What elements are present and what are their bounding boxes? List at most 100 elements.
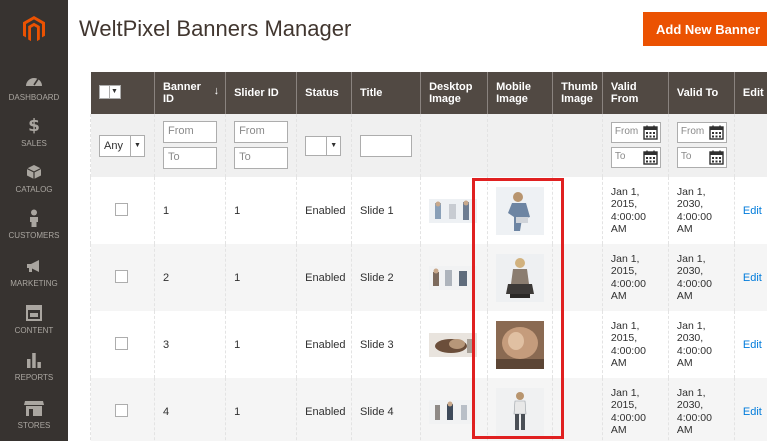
column-mobile-image-label: Mobile Image — [496, 81, 531, 105]
nav-stores[interactable]: STORES — [0, 398, 68, 441]
banners-grid: ▼ Banner ID ↓ Slider ID Status Title Des… — [90, 72, 767, 441]
mobile-image-thumbnail[interactable] — [496, 320, 545, 369]
nav-sales[interactable]: $ SALES — [0, 116, 68, 162]
cell-banner-id: 4 — [153, 378, 226, 441]
dollar-icon: $ — [28, 116, 40, 136]
cell-status: Enabled — [296, 177, 352, 244]
mass-select-dropdown[interactable]: ▼ — [98, 85, 121, 99]
mobile-image-thumbnail[interactable] — [496, 186, 545, 235]
edit-link[interactable]: Edit — [743, 406, 762, 418]
desktop-image-thumbnail[interactable] — [429, 198, 478, 223]
cell-slider-id: 1 — [225, 244, 297, 311]
edit-link[interactable]: Edit — [743, 339, 762, 351]
valid-from-to-input[interactable]: To — [610, 146, 661, 168]
table-row[interactable]: 1 1 Enabled Slide 1 Jan 1, 2015, 4:00:00… — [90, 177, 767, 244]
edit-link[interactable]: Edit — [743, 272, 762, 284]
column-desktop-image-label: Desktop Image — [429, 81, 473, 105]
mass-filter-select[interactable]: Any ▼ — [99, 134, 145, 157]
cell-banner-id: 3 — [153, 311, 226, 378]
cell-slider-id: 1 — [225, 177, 297, 244]
cell-title: Slide 3 — [351, 311, 421, 378]
cell-status: Enabled — [296, 378, 352, 441]
page-title: WeltPixel Banners Manager — [79, 16, 352, 41]
nav-reports[interactable]: REPORTS — [0, 350, 68, 396]
cell-valid-to: Jan 1, 2030, 4:00:00 AM — [667, 311, 735, 378]
calendar-icon — [709, 150, 724, 165]
desktop-image-thumbnail[interactable] — [429, 332, 478, 357]
cell-valid-to: Jan 1, 2030, 4:00:00 AM — [667, 244, 735, 311]
cell-banner-id: 2 — [153, 244, 226, 311]
column-banner-id-label: Banner ID — [162, 81, 201, 105]
column-action: Edit — [733, 72, 767, 114]
table-row[interactable]: 4 1 Enabled Slide 4 Jan 1, 2015, 4:00:00… — [90, 378, 767, 441]
add-new-banner-button[interactable]: Add New Banner — [643, 12, 767, 46]
valid-to-from-placeholder: From — [680, 125, 705, 137]
mobile-image-thumbnail[interactable] — [496, 387, 545, 436]
slider-id-to-input[interactable]: To — [234, 146, 289, 169]
valid-from-to-placeholder: To — [614, 150, 626, 162]
banner-id-to-input[interactable]: To — [162, 146, 217, 169]
cell-valid-from: Jan 1, 2015, 4:00:00 AM — [601, 311, 669, 378]
column-status[interactable]: Status — [296, 72, 352, 114]
valid-to-from-input[interactable]: From — [676, 121, 727, 143]
column-valid-from-label: Valid From — [610, 81, 639, 105]
megaphone-icon — [25, 256, 43, 276]
mass-filter-value: Any — [104, 139, 123, 152]
person-icon — [28, 208, 40, 228]
mass-select-checkbox[interactable] — [100, 86, 110, 98]
row-checkbox[interactable] — [115, 403, 128, 417]
nav-dashboard-label: DASHBOARD — [8, 93, 60, 102]
nav-catalog[interactable]: CATALOG — [0, 162, 68, 208]
banner-id-from-input[interactable]: From — [162, 120, 217, 143]
desktop-image-thumbnail[interactable] — [429, 265, 478, 290]
chevron-down-icon: ▼ — [130, 135, 144, 156]
valid-from-from-input[interactable]: From — [610, 121, 661, 143]
layout-icon — [26, 303, 42, 323]
row-checkbox[interactable] — [115, 269, 128, 283]
edit-link[interactable]: Edit — [743, 205, 762, 217]
nav-dashboard[interactable]: DASHBOARD — [0, 70, 68, 116]
cell-title: Slide 4 — [351, 378, 421, 441]
valid-to-to-placeholder: To — [680, 150, 692, 162]
column-valid-from[interactable]: Valid From — [601, 72, 669, 114]
column-action-label: Edit — [742, 87, 764, 99]
column-slider-id[interactable]: Slider ID — [225, 72, 297, 114]
nav-catalog-label: CATALOG — [15, 185, 53, 194]
store-icon — [24, 398, 44, 418]
column-thumb-image[interactable]: Thumb Image — [552, 72, 603, 114]
chevron-down-icon: ▼ — [326, 136, 340, 155]
column-banner-id[interactable]: Banner ID ↓ — [153, 72, 226, 114]
nav-marketing[interactable]: MARKETING — [0, 256, 68, 302]
column-mobile-image[interactable]: Mobile Image — [487, 72, 553, 114]
row-checkbox[interactable] — [115, 202, 128, 216]
slider-id-from-input[interactable]: From — [234, 120, 289, 143]
nav-stores-label: STORES — [17, 421, 51, 430]
chevron-down-icon: ▼ — [111, 88, 118, 95]
nav-content[interactable]: CONTENT — [0, 303, 68, 349]
admin-sidebar: DASHBOARD $ SALES CATALOG CUSTOMERS MARK… — [0, 0, 68, 441]
desktop-image-thumbnail[interactable] — [429, 399, 478, 424]
valid-to-to-input[interactable]: To — [676, 146, 727, 168]
column-valid-to-label: Valid To — [676, 87, 719, 99]
column-title[interactable]: Title — [351, 72, 421, 114]
title-filter-input[interactable] — [360, 134, 413, 157]
box-icon — [26, 162, 42, 182]
grid-header-row: ▼ Banner ID ↓ Slider ID Status Title Des… — [90, 72, 767, 114]
cell-valid-to: Jan 1, 2030, 4:00:00 AM — [667, 378, 735, 441]
column-desktop-image[interactable]: Desktop Image — [420, 72, 488, 114]
nav-customers[interactable]: CUSTOMERS — [0, 208, 68, 254]
column-slider-id-label: Slider ID — [234, 87, 279, 99]
cell-title: Slide 1 — [351, 177, 421, 244]
mobile-image-thumbnail[interactable] — [496, 253, 545, 302]
table-row[interactable]: 3 1 Enabled Slide 3 Jan 1, 2015, 4:00:00… — [90, 311, 767, 378]
status-filter-select[interactable]: ▼ — [305, 135, 342, 156]
calendar-icon — [643, 150, 658, 165]
dashboard-icon — [25, 70, 43, 90]
column-valid-to[interactable]: Valid To — [667, 72, 735, 114]
column-title-label: Title — [360, 87, 383, 99]
table-row[interactable]: 2 1 Enabled Slide 2 Jan 1, 2015, 4:00:00… — [90, 244, 767, 311]
magento-logo[interactable] — [0, 0, 68, 58]
cell-status: Enabled — [296, 311, 352, 378]
grid-filter-row: Any ▼ From To From To ▼ From To From To — [90, 114, 767, 177]
row-checkbox[interactable] — [115, 336, 128, 350]
